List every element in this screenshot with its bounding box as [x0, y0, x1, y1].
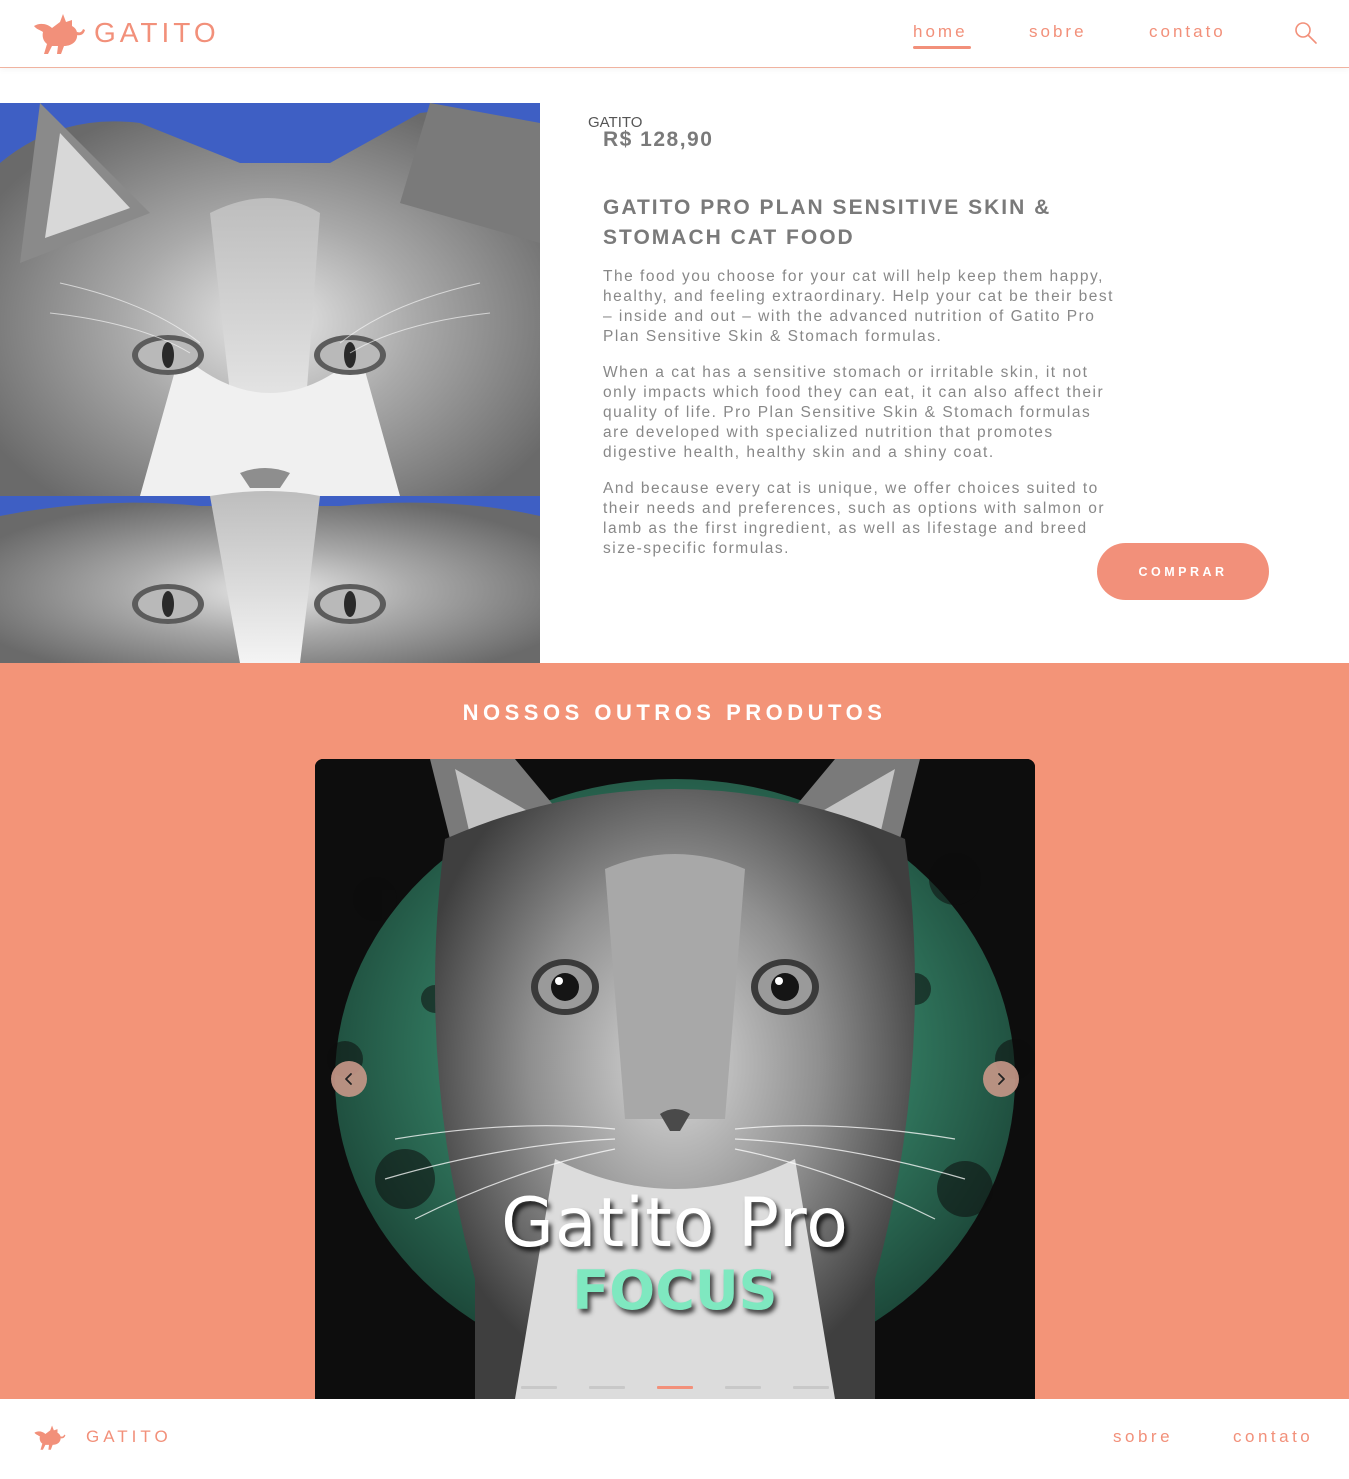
footer-logo-link[interactable]: GATITO: [32, 1423, 172, 1451]
footer-brand-name: GATITO: [86, 1427, 172, 1446]
carousel-indicators: [315, 1386, 1035, 1390]
footer-link-sobre[interactable]: sobre: [1113, 1427, 1173, 1447]
product-price: R$ 128,90: [603, 128, 714, 151]
nav-sobre[interactable]: sobre: [1029, 22, 1087, 42]
product-carousel[interactable]: Gatito Pro FOCUS: [315, 759, 1035, 1399]
cat-logo-icon: [34, 1425, 66, 1450]
carousel-indicator[interactable]: [793, 1386, 829, 1389]
description-paragraph: When a cat has a sensitive stomach or ir…: [603, 364, 1105, 461]
carousel-prev-button[interactable]: [331, 1061, 367, 1097]
product-title: GATITO PRO PLAN SENSITIVE SKIN & STOMACH…: [603, 196, 1052, 249]
description-paragraph: And because every cat is unique, we offe…: [603, 480, 1106, 557]
search-icon[interactable]: [1294, 21, 1318, 45]
chevron-right-icon: [998, 1073, 1005, 1085]
slide-caption-sub: FOCUS: [572, 1259, 778, 1322]
other-products-section: NOSSOS OUTROS PRODUTOS Gatito Pro FOCUS: [0, 663, 1349, 1399]
nav-home[interactable]: home: [913, 22, 971, 49]
site-footer: GATITO sobre contato: [0, 1399, 1349, 1479]
buy-button[interactable]: COMPRAR: [1097, 543, 1269, 600]
carousel-indicator[interactable]: [657, 1386, 693, 1389]
product-image: [0, 103, 540, 663]
product-description: The food you choose for your cat will he…: [603, 267, 1118, 575]
slide-caption-main: Gatito Pro: [501, 1184, 849, 1263]
footer-link-contato[interactable]: contato: [1233, 1427, 1313, 1447]
nav-contato[interactable]: contato: [1149, 22, 1226, 42]
site-header: GATITO home sobre contato: [0, 0, 1349, 68]
carousel-indicator[interactable]: [589, 1386, 625, 1389]
main-nav: home sobre contato: [0, 22, 1349, 52]
section-title: NOSSOS OUTROS PRODUTOS: [462, 700, 887, 725]
carousel-indicator[interactable]: [725, 1386, 761, 1389]
carousel-next-button[interactable]: [983, 1061, 1019, 1097]
chevron-left-icon: [345, 1073, 352, 1085]
description-paragraph: The food you choose for your cat will he…: [603, 268, 1114, 345]
carousel-indicator[interactable]: [521, 1386, 557, 1389]
